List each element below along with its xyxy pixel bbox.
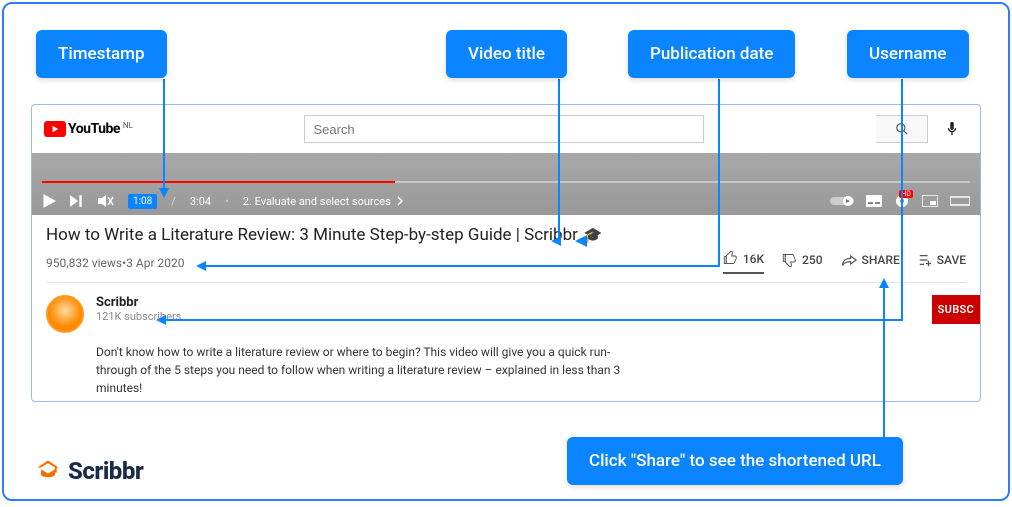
next-button[interactable] [70, 194, 84, 208]
video-player[interactable]: 1:08 / 3:04 • 2. Evaluate and select sou… [32, 153, 980, 215]
chapter-sep: • [225, 195, 229, 208]
youtube-logo-text: YouTube [68, 121, 120, 137]
thumbs-up-icon [723, 251, 738, 266]
save-button[interactable]: SAVE [918, 253, 966, 273]
label-timestamp: Timestamp [36, 30, 167, 78]
youtube-region: NL [123, 121, 133, 130]
microphone-icon [945, 121, 959, 137]
miniplayer-button[interactable] [922, 195, 938, 207]
graduation-cap-icon: 🎓 [584, 226, 603, 244]
timestamp-sep: / [171, 195, 176, 208]
scribbr-logo-icon [34, 457, 62, 485]
label-username: Username [847, 30, 969, 78]
share-icon [841, 253, 857, 267]
play-button[interactable] [42, 194, 56, 208]
chapter-link[interactable]: 2. Evaluate and select sources [243, 195, 403, 208]
label-publication-date: Publication date [628, 30, 795, 78]
subscriber-count: 121K subscribers [96, 310, 920, 323]
progress-elapsed [42, 181, 395, 183]
share-button[interactable]: SHARE [841, 253, 900, 273]
search-area [145, 115, 864, 143]
chevron-right-icon [397, 196, 403, 206]
settings-button[interactable]: HD [894, 193, 910, 209]
theater-button[interactable] [950, 195, 970, 207]
subscribe-button[interactable]: SUBSC [932, 295, 980, 324]
yt-header: YouTube NL [32, 105, 980, 153]
channel-avatar[interactable] [46, 295, 84, 333]
autoplay-toggle[interactable] [830, 195, 854, 207]
scribbr-brand-text: Scribbr [68, 457, 143, 485]
video-description: Don't know how to write a literature rev… [96, 343, 636, 397]
scribbr-brand: Scribbr [34, 457, 143, 485]
label-share-hint: Click "Share" to see the shortened URL [567, 437, 903, 485]
mute-button[interactable] [98, 194, 114, 208]
search-input[interactable] [304, 115, 704, 143]
youtube-card: YouTube NL [31, 104, 981, 402]
label-video-title: Video title [446, 30, 567, 78]
timestamp-badge: 1:08 [128, 194, 157, 209]
youtube-logo[interactable]: YouTube NL [44, 121, 133, 137]
search-button[interactable] [876, 115, 928, 143]
publish-date: 3 Apr 2020 [126, 256, 184, 270]
like-button[interactable]: 16K [723, 251, 764, 274]
video-title: How to Write a Literature Review: 3 Minu… [46, 225, 966, 245]
save-icon [918, 253, 932, 267]
progress-bar[interactable] [42, 181, 970, 183]
thumbs-down-icon [782, 252, 797, 267]
dislike-button[interactable]: 250 [782, 252, 822, 273]
voice-search-button[interactable] [936, 113, 968, 145]
youtube-play-icon [44, 121, 66, 137]
subtitles-button[interactable] [866, 195, 882, 207]
hd-badge: HD [899, 190, 913, 198]
channel-name[interactable]: Scribbr [96, 295, 920, 310]
search-icon [895, 122, 909, 136]
view-count: 950,832 views [46, 256, 122, 270]
chapter-label: 2. Evaluate and select sources [243, 195, 391, 208]
duration: 3:04 [190, 195, 211, 208]
